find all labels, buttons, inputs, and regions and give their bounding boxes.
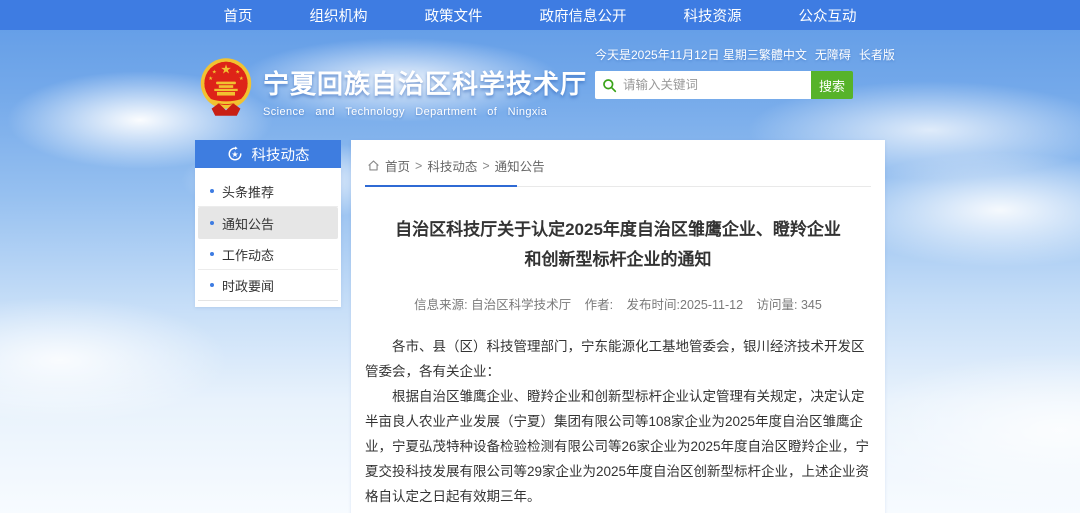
- svg-text:★: ★: [235, 70, 240, 76]
- nav-item-organization[interactable]: 组织机构: [310, 5, 368, 26]
- link-elder-version[interactable]: 长者版: [859, 46, 895, 63]
- site-title-block: 宁夏回族自治区科学技术厅 Science and Technology Depa…: [263, 56, 587, 118]
- current-date-text: 今天是2025年11月12日 星期三: [595, 46, 759, 63]
- header-utilities: 今天是2025年11月12日 星期三 繁體中文 无障碍 长者版 搜索: [595, 46, 853, 99]
- breadcrumb-section[interactable]: 科技动态: [427, 156, 477, 175]
- search-input[interactable]: [623, 78, 804, 92]
- sidebar-item-current-politics[interactable]: 时政要闻: [198, 270, 338, 301]
- site-title-english: Science and Technology Department of Nin…: [263, 106, 587, 118]
- top-nav-items: 首页 组织机构 政策文件 政府信息公开 科技资源 公众互动: [195, 0, 885, 30]
- search-button[interactable]: 搜索: [811, 71, 853, 99]
- main-area: ★ 科技动态 头条推荐 通知公告 工作动态: [195, 140, 885, 513]
- nav-item-home[interactable]: 首页: [224, 5, 253, 26]
- nav-item-gov-info[interactable]: 政府信息公开: [540, 5, 627, 26]
- article-title-line: 和创新型标杆企业的通知: [375, 245, 861, 275]
- national-emblem-logo: ★ ★ ★ ★ ★: [199, 56, 253, 118]
- site-logo-group[interactable]: ★ ★ ★ ★ ★ 宁夏回族自治区科学技术厅 Science and Techn…: [199, 56, 587, 118]
- quick-links: 繁體中文 无障碍 长者版: [759, 46, 895, 63]
- article-paragraph: 各市、县（区）科技管理部门，宁东能源化工基地管委会，银川经济技术开发区管委会，各…: [365, 334, 871, 384]
- content-panel: 首页 > 科技动态 > 通知公告 自治区科技厅关于认定2025年度自治区雏鹰企业…: [351, 140, 885, 513]
- header-top-row: 今天是2025年11月12日 星期三 繁體中文 无障碍 长者版: [595, 46, 853, 63]
- sidebar-item-headlines[interactable]: 头条推荐: [198, 176, 338, 207]
- news-circle-star-icon: ★: [227, 146, 243, 162]
- sidebar: ★ 科技动态 头条推荐 通知公告 工作动态: [195, 140, 341, 307]
- site-header: ★ ★ ★ ★ ★ 宁夏回族自治区科学技术厅 Science and Techn…: [195, 30, 885, 140]
- nav-item-interaction[interactable]: 公众互动: [799, 5, 857, 26]
- search-icon: [602, 78, 617, 93]
- breadcrumb-separator: >: [482, 159, 489, 173]
- meta-views: 访问量: 345: [757, 298, 822, 312]
- svg-text:★: ★: [239, 76, 244, 82]
- sidebar-header: ★ 科技动态: [195, 140, 341, 168]
- svg-text:★: ★: [212, 70, 217, 76]
- nav-item-resources[interactable]: 科技资源: [684, 5, 742, 26]
- sidebar-item-label: 时政要闻: [222, 276, 274, 295]
- bullet-dot-icon: [210, 252, 214, 256]
- meta-author: 作者:: [585, 298, 613, 312]
- sidebar-title: 科技动态: [252, 144, 310, 165]
- sidebar-item-label: 通知公告: [222, 214, 274, 233]
- svg-text:★: ★: [231, 150, 238, 159]
- home-icon: [367, 159, 380, 172]
- article-meta: 信息来源: 自治区科学技术厅 作者: 发布时间:2025-11-12 访问量: …: [365, 294, 871, 313]
- breadcrumb: 首页 > 科技动态 > 通知公告: [365, 148, 871, 187]
- article-body: 各市、县（区）科技管理部门，宁东能源化工基地管委会，银川经济技术开发区管委会，各…: [365, 334, 871, 509]
- link-accessibility[interactable]: 无障碍: [815, 46, 851, 63]
- article-title: 自治区科技厅关于认定2025年度自治区雏鹰企业、瞪羚企业 和创新型标杆企业的通知: [375, 215, 861, 275]
- bullet-dot-icon: [210, 221, 214, 225]
- sidebar-item-work-updates[interactable]: 工作动态: [198, 239, 338, 270]
- top-nav-bar: 首页 组织机构 政策文件 政府信息公开 科技资源 公众互动: [0, 0, 1080, 30]
- meta-publish-time: 发布时间:2025-11-12: [627, 298, 744, 312]
- site-title: 宁夏回族自治区科学技术厅: [263, 64, 587, 101]
- bullet-dot-icon: [210, 189, 214, 193]
- breadcrumb-current[interactable]: 通知公告: [495, 156, 545, 175]
- sidebar-item-notices[interactable]: 通知公告: [198, 207, 338, 239]
- article-paragraph: 根据自治区雏鹰企业、瞪羚企业和创新型标杆企业认定管理有关规定，决定认定半亩良人农…: [365, 384, 871, 509]
- link-traditional-chinese[interactable]: 繁體中文: [759, 46, 807, 63]
- sidebar-item-label: 工作动态: [222, 245, 274, 264]
- meta-source: 信息来源: 自治区科学技术厅: [414, 298, 571, 312]
- article-title-line: 自治区科技厅关于认定2025年度自治区雏鹰企业、瞪羚企业: [375, 215, 861, 245]
- breadcrumb-separator: >: [415, 159, 422, 173]
- sidebar-item-label: 头条推荐: [222, 182, 274, 201]
- svg-text:★: ★: [208, 76, 213, 82]
- sidebar-menu: 头条推荐 通知公告 工作动态 时政要闻: [195, 168, 341, 307]
- svg-text:★: ★: [220, 63, 231, 77]
- search-input-box: [595, 71, 811, 99]
- page-background: 首页 组织机构 政策文件 政府信息公开 科技资源 公众互动 ★ ★ ★ ★ ★: [0, 0, 1080, 513]
- search-bar: 搜索: [595, 71, 853, 99]
- bullet-dot-icon: [210, 283, 214, 287]
- breadcrumb-home[interactable]: 首页: [385, 156, 410, 175]
- nav-item-policy[interactable]: 政策文件: [425, 5, 483, 26]
